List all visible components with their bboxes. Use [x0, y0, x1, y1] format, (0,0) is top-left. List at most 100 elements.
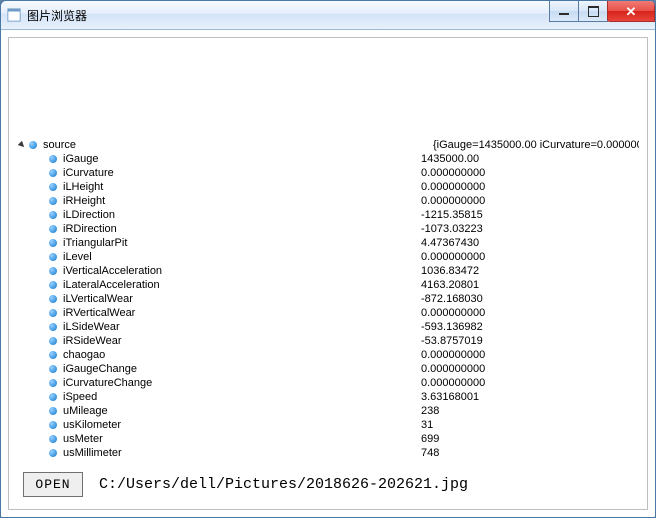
node-icon — [49, 337, 57, 345]
open-button[interactable]: OPEN — [23, 472, 83, 497]
tree-key: iLateralAcceleration — [63, 278, 421, 292]
tree-row[interactable]: usMeter699 — [17, 432, 639, 446]
tree-key: iRSideWear — [63, 334, 421, 348]
tree-row[interactable]: iGauge1435000.00 — [17, 152, 639, 166]
tree-row[interactable]: iLSideWear-593.136982 — [17, 320, 639, 334]
tree-row[interactable]: iLHeight0.000000000 — [17, 180, 639, 194]
tree-row[interactable]: uMileage238 — [17, 404, 639, 418]
tree-row[interactable]: iCurvature0.000000000 — [17, 166, 639, 180]
node-icon — [49, 365, 57, 373]
node-icon — [49, 435, 57, 443]
close-icon: ✕ — [626, 5, 637, 18]
tree-key: usMillimeter — [63, 446, 421, 457]
tree-value: 0.000000000 — [421, 180, 485, 194]
node-icon — [49, 449, 57, 457]
tree-value: 31 — [421, 418, 433, 432]
node-icon — [49, 295, 57, 303]
tree-key: iLSideWear — [63, 320, 421, 334]
node-icon — [29, 141, 37, 149]
maximize-button[interactable] — [578, 1, 608, 22]
tree-row[interactable]: iRSideWear-53.8757019 — [17, 334, 639, 348]
tree-key: iGauge — [63, 152, 421, 166]
tree-key: chaogao — [63, 348, 421, 362]
tree-row[interactable]: chaogao0.000000000 — [17, 348, 639, 362]
tree-row[interactable]: iVerticalAcceleration1036.83472 — [17, 264, 639, 278]
tree-value: 0.000000000 — [421, 166, 485, 180]
property-tree[interactable]: source {iGauge=1435000.00 iCurvature=0.0… — [17, 138, 639, 457]
tree-row[interactable]: iLevel0.000000000 — [17, 250, 639, 264]
tree-value: 4.47367430 — [421, 236, 479, 250]
tree-row[interactable]: iRVerticalWear0.000000000 — [17, 306, 639, 320]
tree-row[interactable]: iLDirection-1215.35815 — [17, 208, 639, 222]
tree-key: iLDirection — [63, 208, 421, 222]
node-icon — [49, 169, 57, 177]
tree-row[interactable]: iCurvatureChange0.000000000 — [17, 376, 639, 390]
app-window: 图片浏览器 ✕ source {iGauge=1435000.00 iCurva… — [0, 0, 656, 518]
close-button[interactable]: ✕ — [607, 1, 655, 22]
tree-key: iVerticalAcceleration — [63, 264, 421, 278]
tree-key: iCurvature — [63, 166, 421, 180]
node-icon — [49, 211, 57, 219]
tree-value: 0.000000000 — [421, 376, 485, 390]
tree-value: 0.000000000 — [421, 362, 485, 376]
node-icon — [49, 379, 57, 387]
node-icon — [49, 253, 57, 261]
tree-value: 0.000000000 — [421, 250, 485, 264]
tree-key: iRVerticalWear — [63, 306, 421, 320]
tree-key: iCurvatureChange — [63, 376, 421, 390]
node-icon — [49, 197, 57, 205]
node-icon — [49, 225, 57, 233]
title-bar[interactable]: 图片浏览器 ✕ — [1, 1, 655, 30]
tree-key: iSpeed — [63, 390, 421, 404]
minimize-button[interactable] — [549, 1, 579, 22]
collapse-icon[interactable] — [17, 140, 27, 150]
window-buttons: ✕ — [550, 1, 655, 21]
tree-key: iTriangularPit — [63, 236, 421, 250]
tree-row[interactable]: usMillimeter748 — [17, 446, 639, 457]
node-icon — [49, 323, 57, 331]
tree-root-key: source — [43, 138, 433, 152]
tree-root-summary: {iGauge=1435000.00 iCurvature=0.00000000… — [433, 138, 639, 152]
tree-row[interactable]: iLateralAcceleration4163.20801 — [17, 278, 639, 292]
tree-value: 1036.83472 — [421, 264, 479, 278]
app-icon — [7, 8, 21, 22]
node-icon — [49, 309, 57, 317]
tree-key: uMileage — [63, 404, 421, 418]
tree-value: 0.000000000 — [421, 306, 485, 320]
tree-key: iLevel — [63, 250, 421, 264]
tree-value: 0.000000000 — [421, 348, 485, 362]
tree-value: -1215.35815 — [421, 208, 483, 222]
tree-key: usKilometer — [63, 418, 421, 432]
tree-key: iRDirection — [63, 222, 421, 236]
tree-value: 238 — [421, 404, 439, 418]
tree-key: iLHeight — [63, 180, 421, 194]
tree-row[interactable]: iRHeight0.000000000 — [17, 194, 639, 208]
tree-value: 4163.20801 — [421, 278, 479, 292]
node-icon — [49, 267, 57, 275]
node-icon — [49, 239, 57, 247]
tree-key: iRHeight — [63, 194, 421, 208]
tree-row[interactable]: iLVerticalWear-872.168030 — [17, 292, 639, 306]
file-path-label: C:/Users/dell/Pictures/2018626-202621.jp… — [99, 476, 468, 493]
tree-root-row[interactable]: source {iGauge=1435000.00 iCurvature=0.0… — [17, 138, 639, 152]
tree-row[interactable]: usKilometer31 — [17, 418, 639, 432]
node-icon — [49, 281, 57, 289]
tree-value: -1073.03223 — [421, 222, 483, 236]
node-icon — [49, 393, 57, 401]
tree-value: -593.136982 — [421, 320, 483, 334]
tree-value: 1435000.00 — [421, 152, 479, 166]
tree-key: iLVerticalWear — [63, 292, 421, 306]
tree-row[interactable]: iGaugeChange0.000000000 — [17, 362, 639, 376]
tree-value: -872.168030 — [421, 292, 483, 306]
node-icon — [49, 155, 57, 163]
tree-row[interactable]: iRDirection-1073.03223 — [17, 222, 639, 236]
tree-row[interactable]: iTriangularPit4.47367430 — [17, 236, 639, 250]
tree-row[interactable]: iSpeed3.63168001 — [17, 390, 639, 404]
tree-value: -53.8757019 — [421, 334, 483, 348]
node-icon — [49, 421, 57, 429]
tree-value: 748 — [421, 446, 439, 457]
tree-key: usMeter — [63, 432, 421, 446]
tree-value: 0.000000000 — [421, 194, 485, 208]
tree-key: iGaugeChange — [63, 362, 421, 376]
tree-value: 3.63168001 — [421, 390, 479, 404]
